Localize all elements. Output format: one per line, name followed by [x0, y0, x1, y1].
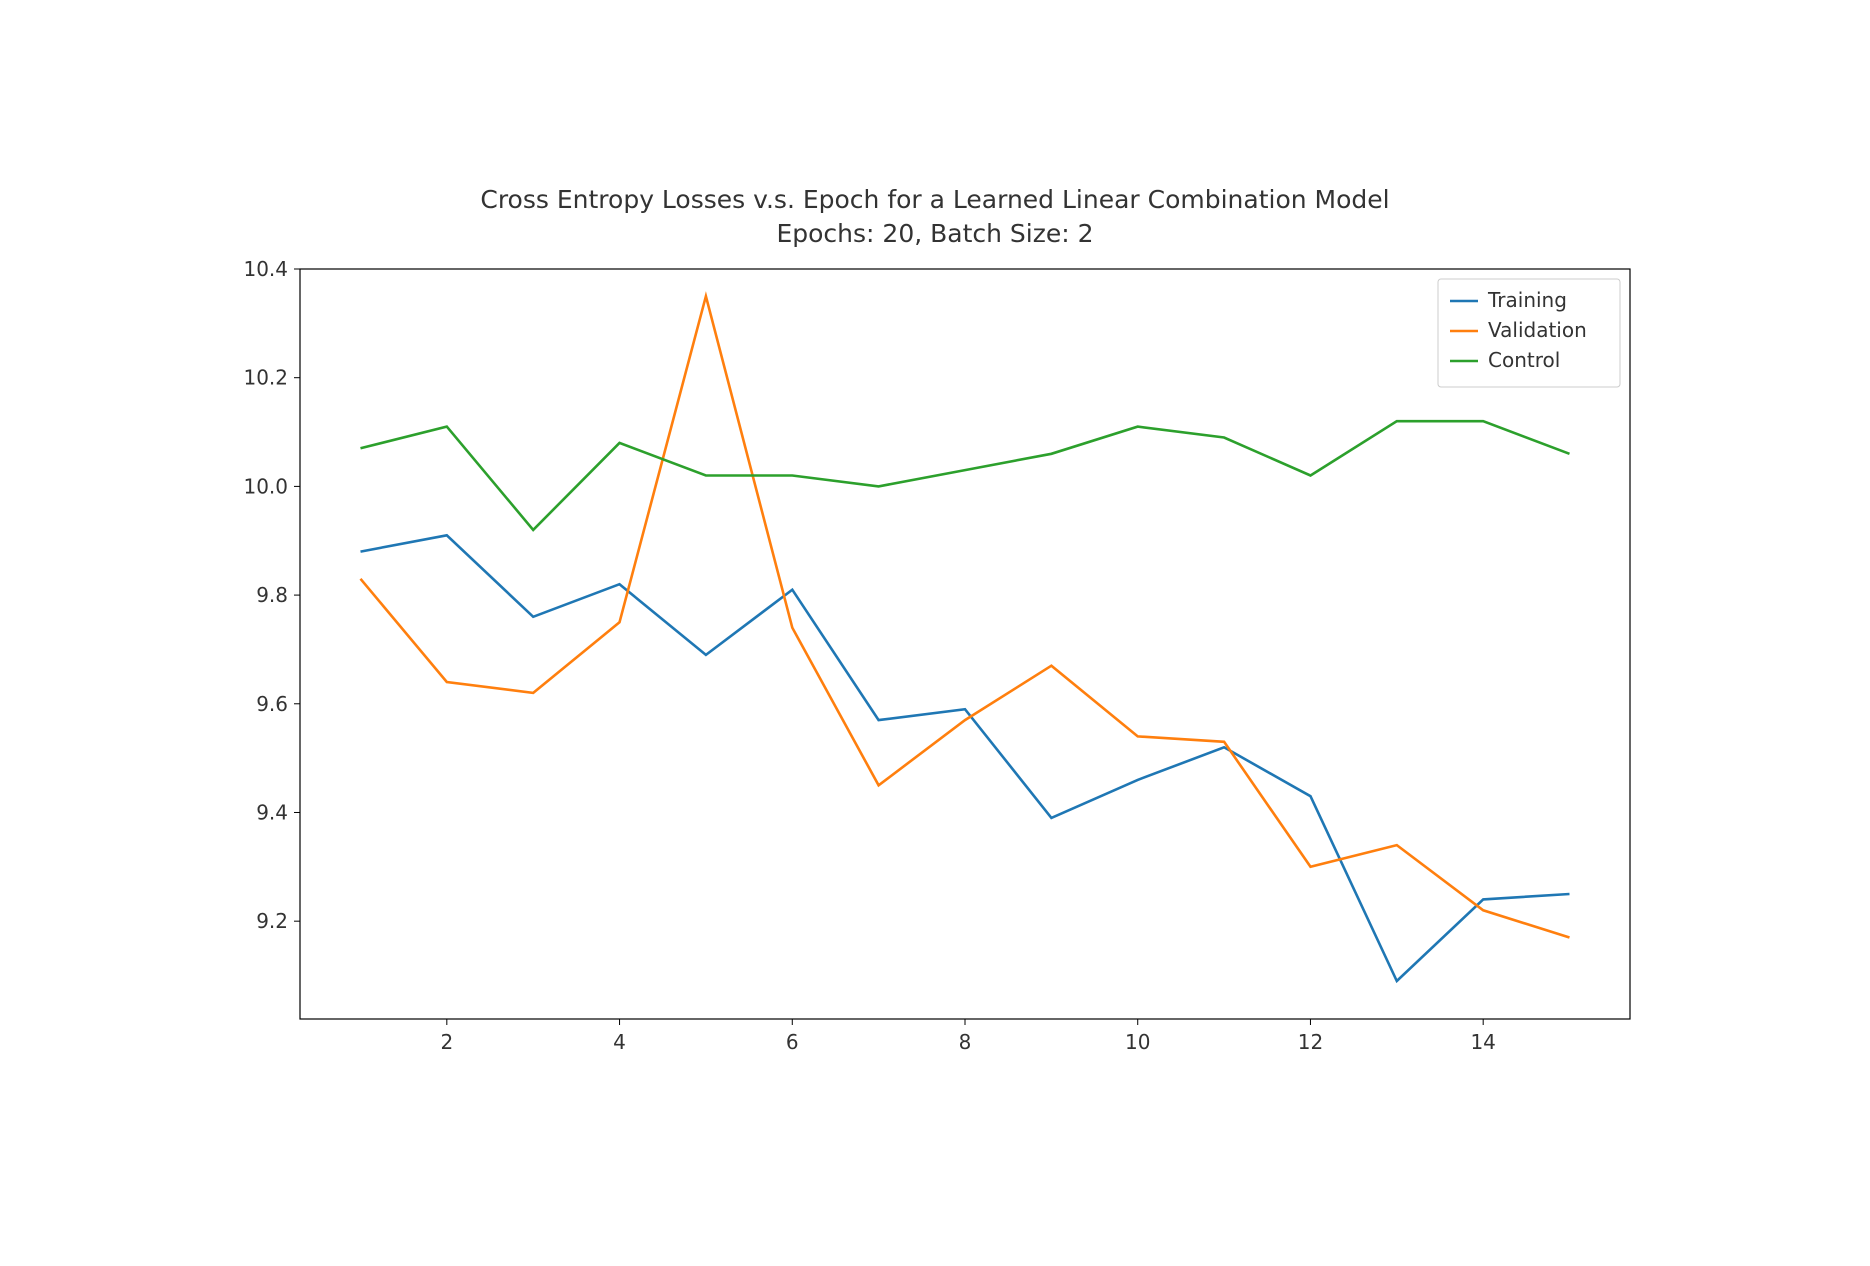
series-line-1 [361, 296, 1570, 937]
x-tick-label: 8 [959, 1030, 972, 1054]
x-tick-label: 4 [613, 1030, 626, 1054]
x-tick-label: 12 [1298, 1030, 1323, 1054]
series-line-2 [361, 421, 1570, 530]
chart-container: Cross Entropy Losses v.s. Epoch for a Le… [210, 183, 1660, 1083]
y-tick-label: 10.0 [243, 474, 288, 498]
chart-svg: 2 4 6 8 10 12 14 9.2 9.4 9.6 9.8 10.0 10.2 10.4 Traini… [210, 259, 1660, 1079]
x-tick-label: 14 [1470, 1030, 1495, 1054]
legend-label-0: Training [1487, 288, 1567, 312]
legend-label-2: Control [1488, 348, 1560, 372]
plot-border [300, 269, 1630, 1019]
y-tick-label: 9.4 [256, 800, 288, 824]
x-tick-label: 2 [440, 1030, 453, 1054]
chart-title-line2: Epochs: 20, Batch Size: 2 [210, 217, 1660, 251]
legend-label-1: Validation [1488, 318, 1587, 342]
y-tick-label: 10.2 [243, 365, 288, 389]
chart-title-line1: Cross Entropy Losses v.s. Epoch for a Le… [210, 183, 1660, 217]
series-line-0 [361, 535, 1570, 981]
y-tick-label: 9.2 [256, 909, 288, 933]
chart-title: Cross Entropy Losses v.s. Epoch for a Le… [210, 183, 1660, 251]
y-tick-label: 9.8 [256, 583, 288, 607]
y-tick-label: 9.6 [256, 691, 288, 715]
x-tick-label: 6 [786, 1030, 799, 1054]
x-tick-label: 10 [1125, 1030, 1150, 1054]
y-tick-label: 10.4 [243, 259, 288, 281]
